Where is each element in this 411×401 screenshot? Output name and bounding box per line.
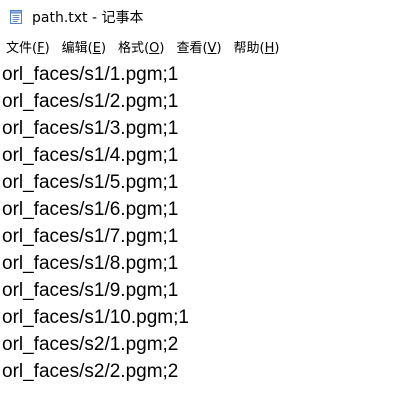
notepad-window: path.txt - 记事本 文件(F) 编辑(E) 格式(O) 查看(V) 帮… (0, 0, 411, 401)
text-line: orl_faces/s1/2.pgm;1 (2, 91, 179, 112)
menu-file[interactable]: 文件(F) (0, 34, 56, 59)
text-line: orl_faces/s1/6.pgm;1 (2, 199, 179, 220)
text-line: orl_faces/s2/2.pgm;2 (2, 361, 179, 382)
menu-view[interactable]: 查看(V) (170, 34, 227, 59)
menu-view-accel: V (207, 40, 217, 56)
menu-file-label: 文件 (6, 40, 33, 56)
window-title: path.txt - 记事本 (32, 9, 144, 26)
menu-help[interactable]: 帮助(H) (228, 34, 286, 59)
text-line: orl_faces/s1/1.pgm;1 (2, 64, 179, 85)
text-line: orl_faces/s2/1.pgm;2 (2, 334, 179, 355)
menu-help-accel: H (264, 40, 275, 56)
text-line: orl_faces/s1/5.pgm;1 (2, 172, 179, 193)
text-editor[interactable]: orl_faces/s1/1.pgm;1 orl_faces/s1/2.pgm;… (0, 59, 411, 401)
menu-file-accel: F (37, 40, 45, 56)
menu-help-label: 帮助 (233, 40, 260, 56)
menu-format-accel: O (149, 40, 160, 56)
menu-format[interactable]: 格式(O) (112, 34, 170, 59)
text-line: orl_faces/s1/7.pgm;1 (2, 226, 179, 247)
menu-edit[interactable]: 编辑(E) (56, 34, 112, 59)
menu-bar: 文件(F) 编辑(E) 格式(O) 查看(V) 帮助(H) (0, 33, 411, 59)
text-line: orl_faces/s1/8.pgm;1 (2, 253, 179, 274)
menu-format-label: 格式 (118, 40, 145, 56)
text-line: orl_faces/s1/10.pgm;1 (2, 307, 189, 328)
text-line: orl_faces/s1/3.pgm;1 (2, 118, 179, 139)
title-bar[interactable]: path.txt - 记事本 (0, 0, 411, 33)
notepad-icon (8, 9, 24, 25)
menu-edit-label: 编辑 (61, 40, 88, 56)
text-line: orl_faces/s1/4.pgm;1 (2, 145, 179, 166)
menu-edit-accel: E (92, 40, 101, 56)
menu-view-label: 查看 (176, 40, 203, 56)
text-line: orl_faces/s1/9.pgm;1 (2, 280, 179, 301)
